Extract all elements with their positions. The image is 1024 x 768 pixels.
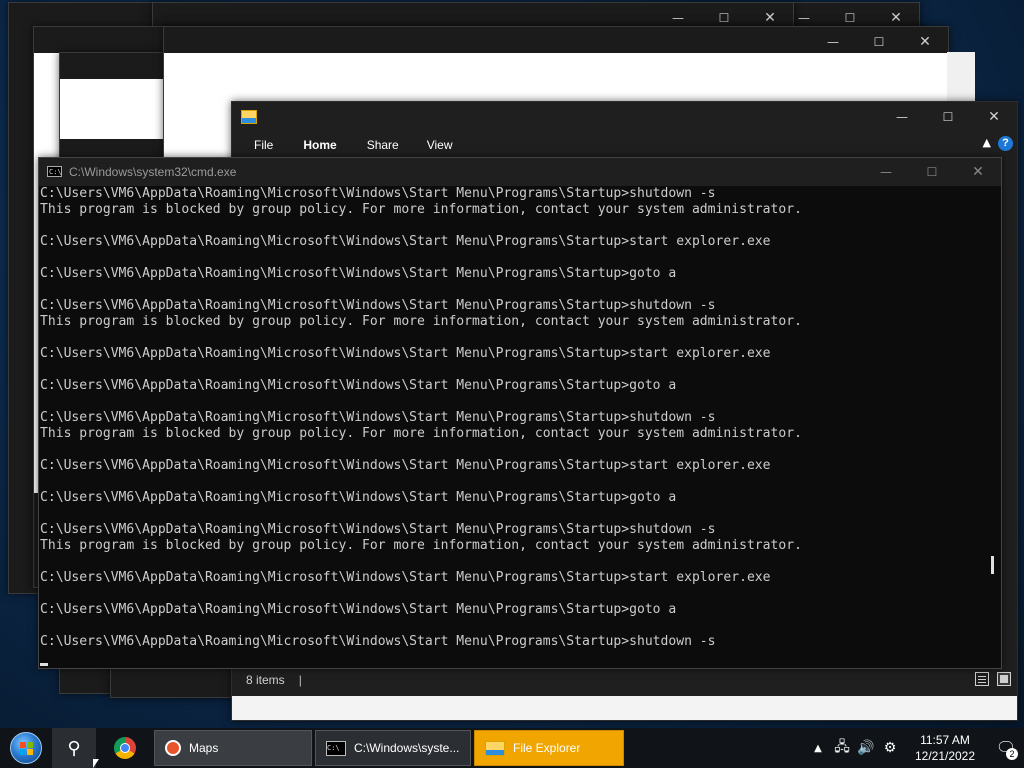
- tab-file[interactable]: File: [240, 132, 287, 158]
- taskbar-file-explorer[interactable]: File Explorer: [474, 730, 624, 766]
- maximize-icon[interactable]: ☐: [909, 158, 955, 186]
- maximize-icon[interactable]: ☐: [925, 102, 971, 132]
- maps-icon: [165, 740, 181, 756]
- taskbar-cmd[interactable]: C:\ C:\Windows\syste...: [315, 730, 471, 766]
- minimize-icon[interactable]: —: [863, 158, 909, 186]
- settings-sliders-icon[interactable]: ⚙: [878, 740, 902, 756]
- volume-icon[interactable]: 🔊: [854, 740, 878, 756]
- search-icon: ⚲: [67, 737, 81, 759]
- folder-icon: [241, 110, 257, 124]
- cmd-titlebar[interactable]: C:\ C:\Windows\system32\cmd.exe — ☐ ✕: [39, 158, 1001, 186]
- console-line: This program is blocked by group policy.…: [40, 538, 802, 553]
- cmd-window[interactable]: C:\ C:\Windows\system32\cmd.exe — ☐ ✕ C:…: [38, 157, 1002, 669]
- console-line: C:\Users\VM6\AppData\Roaming\Microsoft\W…: [40, 234, 771, 249]
- tab-share[interactable]: Share: [353, 132, 413, 158]
- taskbar-maps-label: Maps: [189, 741, 219, 755]
- cmd-icon: C:\: [47, 166, 62, 177]
- ribbon-tabs: File Home Share View: [232, 132, 467, 158]
- console-line: C:\Users\VM6\AppData\Roaming\Microsoft\W…: [40, 458, 771, 473]
- console-output[interactable]: C:\Users\VM6\AppData\Roaming\Microsoft\W…: [40, 186, 998, 666]
- cmd-icon: C:\: [326, 740, 346, 756]
- item-count: 8 items: [246, 673, 285, 687]
- console-line: C:\Users\VM6\AppData\Roaming\Microsoft\W…: [40, 378, 677, 393]
- chrome-icon: [114, 737, 136, 759]
- chevron-up-icon[interactable]: ▲: [806, 743, 830, 754]
- console-line: C:\Users\VM6\AppData\Roaming\Microsoft\W…: [40, 602, 677, 617]
- notification-center-button[interactable]: 🗨 2: [988, 728, 1024, 768]
- console-line: C:\Users\VM6\AppData\Roaming\Microsoft\W…: [40, 346, 771, 361]
- tab-home[interactable]: Home: [287, 132, 352, 158]
- close-icon[interactable]: ✕: [971, 102, 1017, 132]
- desktop: — ☐ ✕ — ☐ ✕ — ☐ ✕ — ☐ ✕ File Home Share …: [0, 0, 1024, 768]
- network-icon[interactable]: 🖧: [830, 736, 854, 760]
- taskbar-chrome[interactable]: [96, 728, 154, 768]
- scrollbar-thumb[interactable]: [991, 556, 994, 574]
- clock[interactable]: 11:57 AM 12/21/2022: [908, 732, 982, 764]
- console-line: C:\Users\VM6\AppData\Roaming\Microsoft\W…: [40, 490, 677, 505]
- tab-view[interactable]: View: [413, 132, 467, 158]
- status-divider: |: [298, 673, 302, 687]
- console-line: This program is blocked by group policy.…: [40, 202, 802, 217]
- help-icon[interactable]: ?: [998, 136, 1013, 151]
- console-line: C:\Users\VM6\AppData\Roaming\Microsoft\W…: [40, 634, 716, 649]
- notification-count: 2: [1006, 748, 1018, 760]
- cmd-scrollbar[interactable]: [984, 186, 1001, 666]
- clock-date: 12/21/2022: [914, 749, 976, 763]
- console-line: C:\Users\VM6\AppData\Roaming\Microsoft\W…: [40, 522, 716, 537]
- start-button[interactable]: [0, 728, 52, 768]
- mouse-pointer-icon: [93, 759, 99, 768]
- console-line: This program is blocked by group policy.…: [40, 314, 802, 329]
- search-button[interactable]: ⚲: [52, 728, 96, 768]
- large-icons-view-icon[interactable]: [997, 672, 1011, 686]
- taskbar-explorer-label: File Explorer: [513, 741, 581, 755]
- cmd-title: C:\Windows\system32\cmd.exe: [69, 165, 237, 179]
- taskbar-maps[interactable]: Maps: [154, 730, 312, 766]
- console-line: C:\Users\VM6\AppData\Roaming\Microsoft\W…: [40, 570, 771, 585]
- explorer-footer: [232, 696, 1017, 720]
- system-tray: ▲ 🖧 🔊 ⚙ 11:57 AM 12/21/2022 🗨 2: [806, 728, 1024, 768]
- ribbon-expand-icon[interactable]: ▲: [983, 136, 991, 149]
- text-cursor: [40, 663, 48, 666]
- background-window-6: [947, 52, 975, 102]
- folder-icon: [485, 740, 505, 756]
- close-icon[interactable]: ✕: [955, 158, 1001, 186]
- taskbar-cmd-label: C:\Windows\syste...: [354, 741, 460, 755]
- windows-logo-icon: [10, 732, 42, 764]
- minimize-icon[interactable]: —: [879, 102, 925, 132]
- clock-time: 11:57 AM: [920, 733, 970, 747]
- console-line: C:\Users\VM6\AppData\Roaming\Microsoft\W…: [40, 266, 677, 281]
- taskbar: ⚲ Maps C:\ C:\Windows\syste... File Expl…: [0, 728, 1024, 768]
- console-line: C:\Users\VM6\AppData\Roaming\Microsoft\W…: [40, 410, 716, 425]
- console-line: C:\Users\VM6\AppData\Roaming\Microsoft\W…: [40, 298, 716, 313]
- console-line: C:\Users\VM6\AppData\Roaming\Microsoft\W…: [40, 186, 716, 201]
- console-line: This program is blocked by group policy.…: [40, 426, 802, 441]
- details-view-icon[interactable]: [975, 672, 989, 686]
